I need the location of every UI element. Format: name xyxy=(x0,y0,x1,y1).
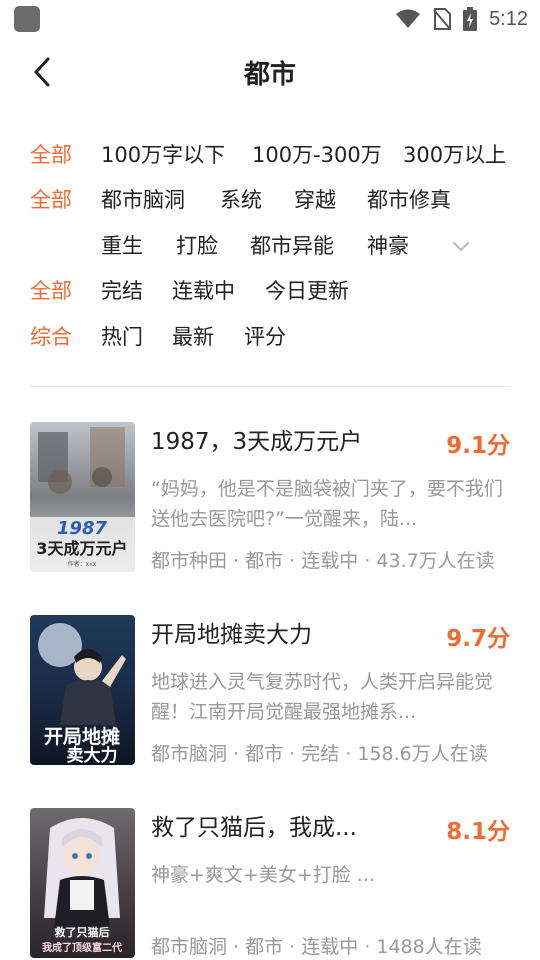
header: 都市 xyxy=(0,42,540,104)
book-score: 9.1分 xyxy=(446,433,510,459)
filter-row-genre-more: 重生 打脸 都市异能 神豪 xyxy=(0,226,540,266)
filter-option[interactable]: 都市修真 xyxy=(367,180,451,220)
filter-option-selected[interactable]: 全部 xyxy=(30,180,72,220)
wifi-icon xyxy=(396,9,421,28)
filter-option-selected[interactable]: 全部 xyxy=(30,271,72,311)
svg-text:救了只猫后: 救了只猫后 xyxy=(55,925,110,939)
no-sim-icon xyxy=(433,8,452,30)
svg-text:卖大力: 卖大力 xyxy=(67,745,118,765)
book-item[interactable]: 救了只猫后 我成了顶级富二代 救了只猫后，我成... 8.1分 神豪+爽文+美女… xyxy=(0,808,540,960)
filter-option[interactable]: 都市脑洞 xyxy=(101,180,185,220)
book-meta: 都市脑洞 · 都市 · 完结 · 158.6万人在读 xyxy=(151,743,488,765)
filter-row-sort: 综合 热门 最新 评分 xyxy=(0,317,540,357)
filter-option[interactable]: 穿越 xyxy=(294,180,336,220)
app-notification-icon xyxy=(14,6,40,32)
book-title[interactable]: 开局地摊卖大力 xyxy=(151,615,312,649)
chevron-down-icon[interactable] xyxy=(451,236,471,256)
svg-text:我成了顶级富二代: 我成了顶级富二代 xyxy=(42,941,122,954)
filter-option[interactable]: 热门 xyxy=(101,317,143,357)
page-title: 都市 xyxy=(243,60,296,90)
book-description: 地球进入灵气复苏时代，人类开启异能觉醒！江南开局觉醒最强地摊系... xyxy=(151,671,494,723)
svg-text:1987: 1987 xyxy=(57,518,108,539)
battery-charging-icon xyxy=(463,7,478,31)
book-item[interactable]: 开局地摊 卖大力 开局地摊卖大力 9.7分 地球进入灵气复苏时代，人类开启异能觉… xyxy=(0,615,540,775)
status-bar: 5:12 xyxy=(0,0,540,38)
filter-option[interactable]: 300万以上 xyxy=(403,135,506,175)
filter-option[interactable]: 神豪 xyxy=(367,226,409,266)
svg-text:作者：xxx: 作者：xxx xyxy=(68,560,97,568)
filter-option-selected[interactable]: 全部 xyxy=(30,135,72,175)
book-title[interactable]: 1987，3天成万元户 xyxy=(151,422,362,456)
status-icons: 5:12 xyxy=(395,6,528,32)
book-title[interactable]: 救了只猫后，我成... xyxy=(151,808,357,842)
filter-option[interactable]: 连载中 xyxy=(172,271,235,311)
filter-option[interactable]: 打脸 xyxy=(176,226,218,266)
filter-option[interactable]: 今日更新 xyxy=(265,271,349,311)
svg-text:3天成万元户: 3天成万元户 xyxy=(36,539,127,558)
book-cover[interactable]: 救了只猫后 我成了顶级富二代 xyxy=(30,808,135,958)
book-item[interactable]: 1987 3天成万元户 作者：xxx 1987，3天成万元户 9.1分 “妈妈，… xyxy=(0,422,540,582)
book-cover[interactable]: 开局地摊 卖大力 xyxy=(30,615,135,765)
status-time: 5:12 xyxy=(489,7,528,30)
filter-option[interactable]: 都市异能 xyxy=(250,226,334,266)
book-score: 9.7分 xyxy=(446,626,510,652)
filter-option[interactable]: 评分 xyxy=(244,317,286,357)
book-meta: 都市脑洞 · 都市 · 连载中 · 1488人在读 xyxy=(151,936,482,958)
filter-row-status: 全部 完结 连载中 今日更新 xyxy=(0,271,540,311)
filter-option[interactable]: 系统 xyxy=(220,180,262,220)
filter-option[interactable]: 完结 xyxy=(101,271,143,311)
book-meta: 都市种田 · 都市 · 连载中 · 43.7万人在读 xyxy=(151,550,495,572)
book-score: 8.1分 xyxy=(446,819,510,845)
filter-option[interactable]: 重生 xyxy=(101,226,143,266)
book-cover[interactable]: 1987 3天成万元户 作者：xxx xyxy=(30,422,135,572)
svg-text:开局地摊: 开局地摊 xyxy=(44,725,120,748)
filter-option[interactable]: 最新 xyxy=(172,317,214,357)
filter-row-wordcount: 全部 100万字以下 100万-300万 300万以上 xyxy=(0,135,540,175)
divider xyxy=(30,386,510,387)
filter-row-genre: 全部 都市脑洞 系统 穿越 都市修真 xyxy=(0,180,540,220)
book-description: 神豪+爽文+美女+打脸 ... xyxy=(151,864,375,886)
book-description: “妈妈，他是不是脑袋被门夹了，要不我们送他去医院吧?”一觉醒来，陆... xyxy=(151,478,503,530)
filter-option[interactable]: 100万-300万 xyxy=(252,135,382,175)
filter-option-selected[interactable]: 综合 xyxy=(30,317,72,357)
filter-option[interactable]: 100万字以下 xyxy=(101,135,225,175)
